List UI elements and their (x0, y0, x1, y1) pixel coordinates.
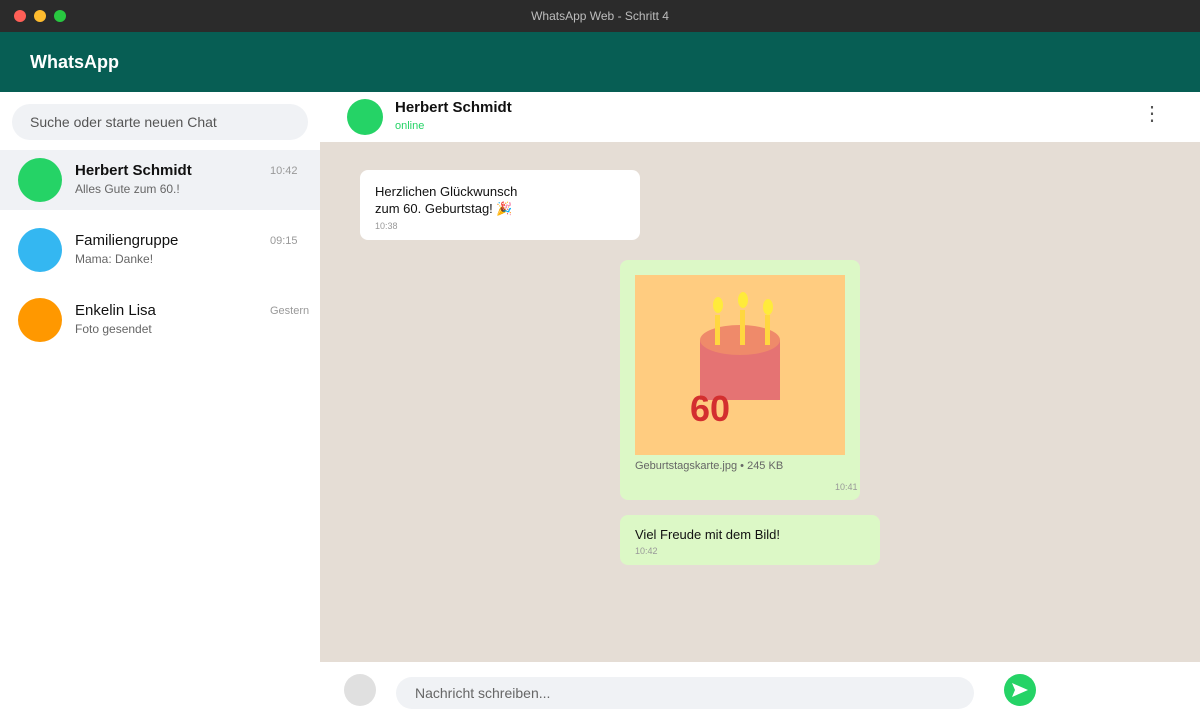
message-text-line: Herzlichen Glückwunsch (375, 184, 518, 199)
chat-preview: Alles Gute zum 60.! (75, 182, 180, 196)
chat-name: Herbert Schmidt (75, 162, 192, 179)
file-info: Geburtstagskarte.jpg • 245 KB (635, 460, 784, 472)
send-button[interactable] (1004, 674, 1036, 706)
message-list: Herzlichen Glückwunsch zum 60. Geburtsta… (320, 142, 1200, 662)
image-number-text: 60 (690, 388, 730, 429)
avatar (18, 158, 62, 202)
message-bubble-outgoing: Viel Freude mit dem Bild! 10:42 (620, 515, 880, 565)
send-icon (1012, 683, 1028, 697)
search-input[interactable] (12, 104, 308, 140)
image-attachment[interactable]: 60 (635, 275, 845, 455)
message-text: Viel Freude mit dem Bild! (635, 527, 780, 542)
chat-preview: Foto gesendet (75, 322, 152, 336)
composer-bar (320, 662, 1200, 720)
window-title: WhatsApp Web - Schritt 4 (531, 9, 669, 23)
chat-list-item-herbert-schmidt[interactable]: Herbert Schmidt Alles Gute zum 60.! 10:4… (0, 150, 320, 210)
birthday-cake-image: 60 (690, 292, 780, 429)
avatar (18, 228, 62, 272)
more-vertical-icon[interactable]: ⋮ (1140, 102, 1164, 126)
message-time: 10:41 (835, 482, 858, 492)
chat-name: Familiengruppe (75, 232, 179, 249)
contact-name[interactable]: Herbert Schmidt (395, 99, 512, 116)
message-bubble-incoming: Herzlichen Glückwunsch zum 60. Geburtsta… (360, 170, 640, 240)
app-header: WhatsApp (0, 32, 1200, 92)
chat-list-item-enkelin-lisa[interactable]: Enkelin Lisa Foto gesendet Gestern (0, 290, 320, 350)
window-titlebar: WhatsApp Web - Schritt 4 (0, 0, 1200, 32)
message-time: 10:42 (635, 546, 658, 556)
contact-status: online (395, 120, 425, 132)
chat-name: Enkelin Lisa (75, 302, 156, 319)
chat-preview: Mama: Danke! (75, 252, 154, 266)
conversation-header: Herbert Schmidt online ⋮ (320, 92, 1200, 142)
attach-icon[interactable] (344, 674, 376, 706)
message-bubble-outgoing-image: 60 Geburtstagskarte.jpg • 245 KB 10:41 (620, 260, 860, 500)
chat-sidebar: Herbert Schmidt Alles Gute zum 60.! 10:4… (0, 92, 320, 720)
message-time: 10:38 (375, 221, 398, 231)
chat-list-item-familiengruppe[interactable]: Familiengruppe Mama: Danke! 09:15 (0, 220, 320, 280)
chat-time: 10:42 (270, 165, 298, 177)
message-input[interactable] (396, 677, 974, 709)
chat-time: 09:15 (270, 235, 298, 247)
message-text-line: zum 60. Geburtstag! 🎉 (375, 201, 513, 216)
contact-avatar[interactable] (347, 99, 383, 135)
app-title: WhatsApp (30, 52, 119, 72)
chat-time: Gestern (270, 305, 310, 317)
avatar (18, 298, 62, 342)
